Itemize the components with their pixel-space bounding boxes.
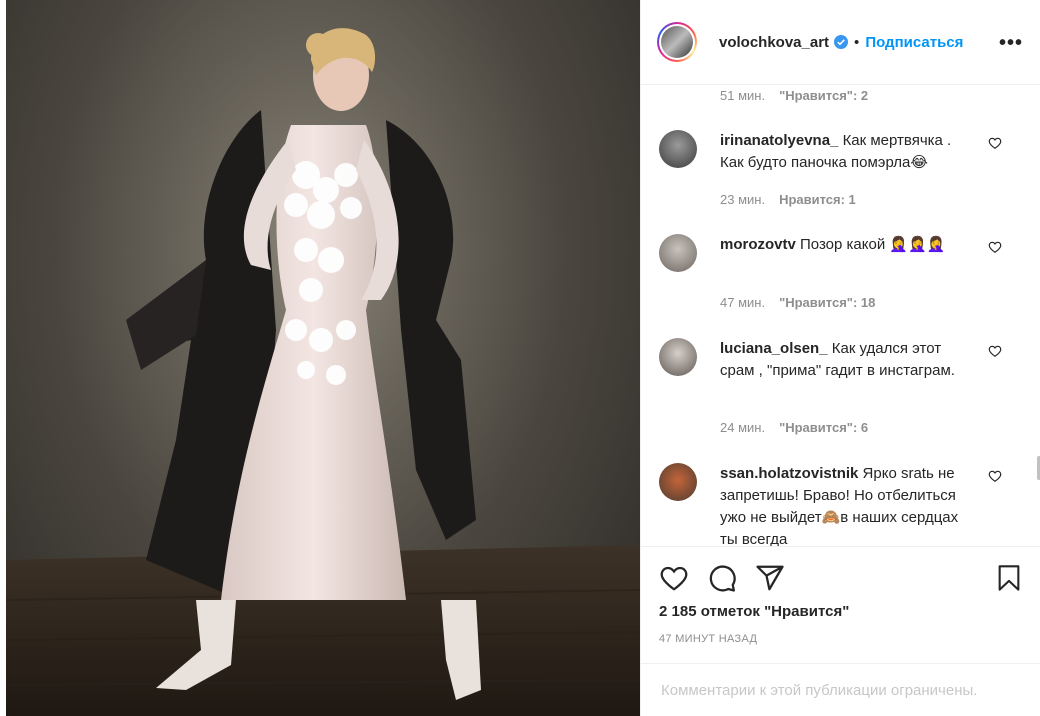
comment-likes[interactable]: "Нравится": 18 (779, 295, 875, 310)
comment-likes[interactable]: "Нравится": 2 (779, 88, 868, 103)
heart-icon[interactable] (988, 240, 1002, 259)
more-icon[interactable]: ••• (999, 32, 1023, 55)
comment-likes[interactable]: "Нравится": 6 (779, 420, 868, 435)
comment-time: 51 мин. (720, 88, 766, 103)
post-header: volochkova_art • Подписаться ••• (641, 0, 1040, 85)
commenter-avatar[interactable] (659, 463, 697, 501)
header-separator: • (854, 33, 860, 51)
comment-text: morozovtv Позор какой 🤦‍♀️🤦‍♀️🤦‍♀️ (720, 234, 970, 256)
comment-meta: 47 мин. "Нравится": 18 (720, 295, 875, 310)
post-photo[interactable] (6, 0, 640, 716)
comment-icon[interactable] (707, 563, 737, 598)
post-actions: 2 185 отметок "Нравится" 47 МИНУТ НАЗАД … (641, 546, 1040, 716)
commenter-avatar[interactable] (659, 130, 697, 168)
comment-time: 23 мин. (720, 192, 766, 207)
share-icon[interactable] (755, 563, 785, 598)
commenter-username[interactable]: morozovtv (720, 236, 796, 253)
comments-list[interactable]: 51 мин. "Нравится": 2 irinanatolyevna_ Ка… (641, 86, 1040, 546)
comments-limited-notice: Комментарии к этой публикации ограничены… (641, 663, 1040, 716)
comment-meta: 23 мин. Нравится: 1 (720, 192, 856, 207)
comment-text: irinanatolyevna_ Как мертвячка . Как буд… (720, 130, 970, 174)
author-avatar[interactable] (657, 22, 697, 62)
author-username[interactable]: volochkova_art (719, 34, 829, 51)
commenter-username[interactable]: ssan.holatzovistnik (720, 465, 858, 482)
bookmark-icon[interactable] (995, 563, 1023, 598)
commenter-username[interactable]: luciana_olsen_ (720, 340, 828, 357)
verified-icon (834, 35, 849, 49)
commenter-avatar[interactable] (659, 338, 697, 376)
comment-text: ssan.holatzovistnik Ярко sratь не запрет… (720, 463, 970, 546)
post-timestamp[interactable]: 47 МИНУТ НАЗАД (659, 633, 757, 645)
comment-content: Позор какой 🤦‍♀️🤦‍♀️🤦‍♀️ (800, 236, 946, 253)
heart-icon[interactable] (659, 563, 689, 598)
comment-text: luciana_olsen_ Как удался этот срам , "п… (720, 338, 970, 382)
commenter-username[interactable]: irinanatolyevna_ (720, 132, 838, 149)
heart-icon[interactable] (988, 136, 1002, 155)
commenter-avatar[interactable] (659, 234, 697, 272)
post-photo-pane (0, 0, 640, 716)
likes-count[interactable]: 2 185 отметок "Нравится" (659, 603, 849, 620)
comment-meta: 51 мин. "Нравится": 2 (720, 88, 868, 103)
comment-time: 47 мин. (720, 295, 766, 310)
comment-time: 24 мин. (720, 420, 766, 435)
heart-icon[interactable] (988, 344, 1002, 363)
follow-button[interactable]: Подписаться (865, 34, 963, 51)
post-sidebar: volochkova_art • Подписаться ••• 51 мин.… (640, 0, 1040, 716)
comment-meta: 24 мин. "Нравится": 6 (720, 420, 868, 435)
heart-icon[interactable] (988, 469, 1002, 488)
comment-likes[interactable]: Нравится: 1 (779, 192, 856, 207)
photo-illustration (6, 28, 640, 716)
